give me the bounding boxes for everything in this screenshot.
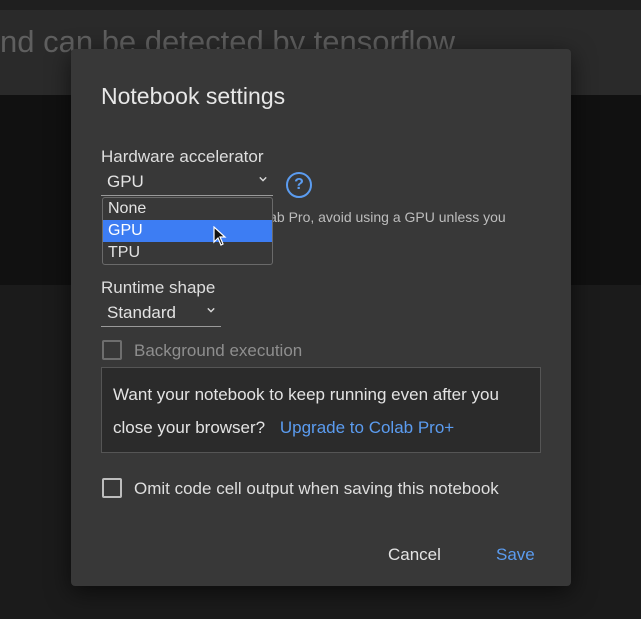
hardware-accelerator-select[interactable]: GPU	[101, 172, 273, 196]
hardware-accelerator-value: GPU	[107, 172, 144, 191]
hardware-accelerator-label: Hardware accelerator	[101, 147, 264, 166]
save-button[interactable]: Save	[496, 545, 535, 565]
option-none[interactable]: None	[103, 198, 272, 220]
hardware-accelerator-dropdown: None GPU TPU	[102, 197, 273, 265]
cancel-button[interactable]: Cancel	[388, 545, 441, 565]
chevron-down-icon	[259, 176, 267, 182]
upgrade-colab-pro-link[interactable]: Upgrade to Colab Pro+	[280, 418, 454, 437]
dialog-title: Notebook settings	[101, 83, 286, 109]
runtime-shape-select[interactable]: Standard	[101, 303, 221, 327]
help-icon[interactable]: ?	[286, 172, 312, 198]
option-tpu[interactable]: TPU	[103, 242, 272, 264]
upgrade-promo-box: Want your notebook to keep running even …	[101, 367, 541, 453]
promo-question: close your browser?	[113, 418, 266, 437]
omit-output-label: Omit code cell output when saving this n…	[134, 479, 499, 498]
omit-output-checkbox[interactable]	[102, 478, 122, 498]
chevron-down-icon	[207, 307, 215, 313]
background-execution-checkbox[interactable]	[102, 340, 122, 360]
notebook-settings-dialog: Notebook settings Hardware accelerator G…	[71, 49, 571, 586]
runtime-shape-value: Standard	[107, 303, 176, 322]
promo-text-line2: close your browser? Upgrade to Colab Pro…	[113, 411, 454, 444]
hardware-note-text: lab Pro, avoid using a GPU unless you	[266, 209, 506, 225]
option-gpu[interactable]: GPU	[103, 220, 272, 242]
promo-text-line1: Want your notebook to keep running even …	[113, 385, 499, 404]
background-execution-label: Background execution	[134, 341, 303, 360]
runtime-shape-label: Runtime shape	[101, 278, 216, 297]
mouse-pointer-icon	[213, 226, 227, 246]
